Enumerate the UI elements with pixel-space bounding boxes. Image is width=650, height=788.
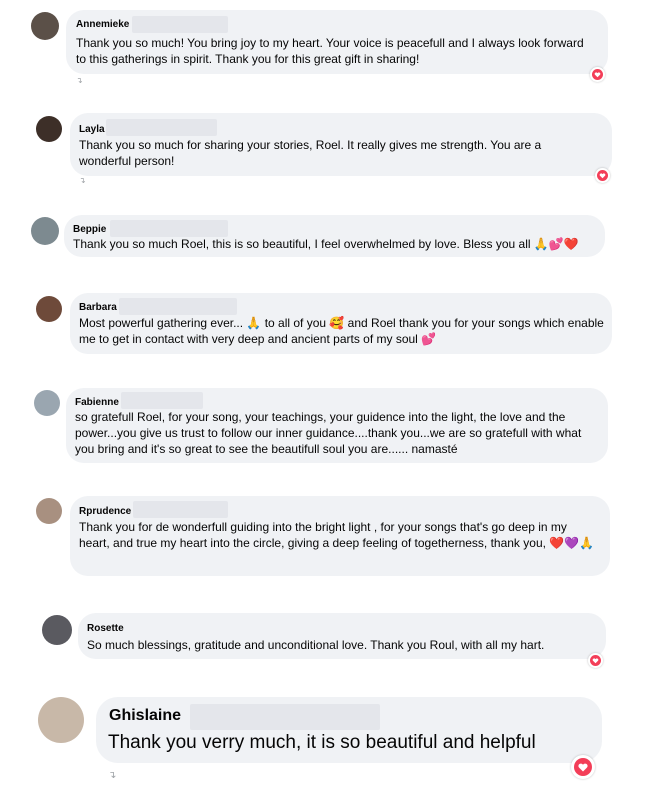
redacted-surname xyxy=(121,392,203,409)
commenter-name[interactable]: Rprudence xyxy=(79,506,131,517)
avatar[interactable] xyxy=(31,12,59,40)
commenter-name[interactable]: Fabienne xyxy=(75,397,119,408)
redacted-surname xyxy=(132,16,228,33)
commenter-name[interactable]: Annemieke xyxy=(76,19,129,30)
redacted-surname xyxy=(119,298,237,315)
comment-text: Thank you for de wonderfull guiding into… xyxy=(79,520,595,550)
reply-marker: ↴ xyxy=(108,770,117,781)
redacted-surname xyxy=(190,704,380,730)
avatar[interactable] xyxy=(36,116,62,142)
avatar[interactable] xyxy=(36,498,62,524)
reply-marker: ↴ xyxy=(76,76,83,85)
comment-text: so gratefull Roel, for your song, your t… xyxy=(75,410,582,456)
redacted-surname xyxy=(110,220,228,237)
commenter-name[interactable]: Beppie xyxy=(73,224,106,235)
avatar[interactable] xyxy=(42,615,72,645)
avatar[interactable] xyxy=(31,217,59,245)
comment-text: Thank you verry much, it is so beautiful… xyxy=(108,732,536,753)
redacted-surname xyxy=(133,501,228,518)
redacted-surname xyxy=(106,119,217,136)
comment-text: Thank you so much! You bring joy to my h… xyxy=(76,36,584,66)
avatar[interactable] xyxy=(38,697,84,743)
love-reaction-icon[interactable] xyxy=(590,67,605,82)
avatar[interactable] xyxy=(36,296,62,322)
comment-text: So much blessings, gratitude and uncondi… xyxy=(87,638,545,652)
love-reaction-icon[interactable] xyxy=(571,755,595,779)
comment-text: Thank you so much for sharing your stori… xyxy=(79,138,542,168)
reply-marker: ↴ xyxy=(79,176,86,185)
commenter-name[interactable]: Layla xyxy=(79,124,105,135)
comment-text: Most powerful gathering ever... 🙏 to all… xyxy=(79,316,604,346)
commenter-name[interactable]: Barbara xyxy=(79,302,117,313)
commenter-name[interactable]: Ghislaine xyxy=(109,707,181,725)
avatar[interactable] xyxy=(34,390,60,416)
commenter-name[interactable]: Rosette xyxy=(87,623,124,634)
comment-text: Thank you so much Roel, this is so beaut… xyxy=(73,237,579,251)
love-reaction-icon[interactable] xyxy=(595,168,610,183)
love-reaction-icon[interactable] xyxy=(588,653,603,668)
